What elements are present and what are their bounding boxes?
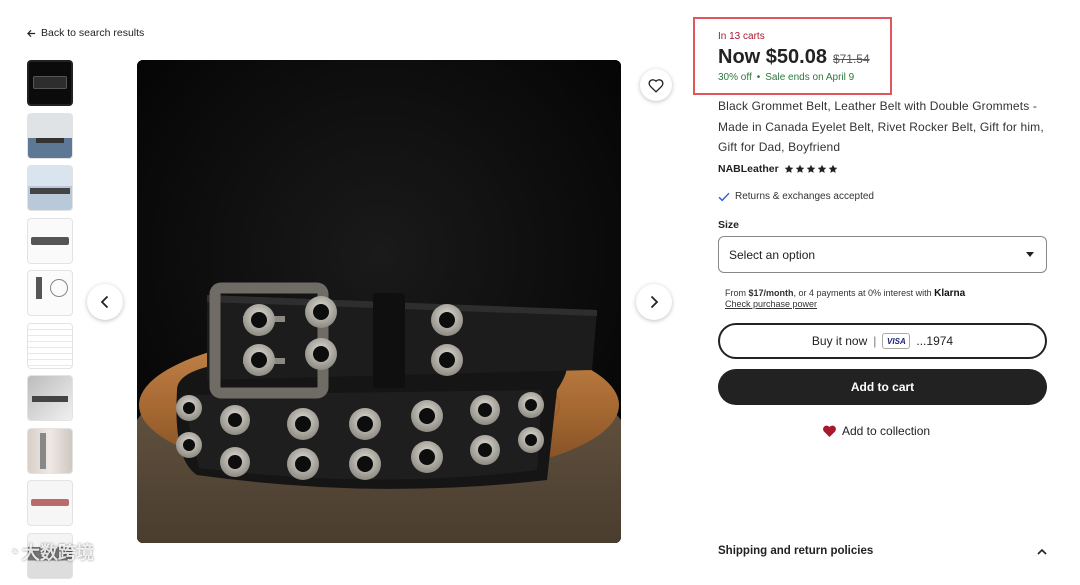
- star-icon: [828, 164, 837, 173]
- shop-rating-row: NABLeather: [718, 163, 838, 175]
- sale-end-text: Sale ends on April 9: [765, 72, 855, 83]
- back-to-search-link[interactable]: Back to search results: [27, 27, 144, 39]
- buy-it-now-label: Buy it now: [811, 334, 868, 348]
- buy-it-now-button[interactable]: Buy it now | VISA ...1974: [718, 323, 1047, 359]
- star-rating: [784, 164, 838, 174]
- sale-info: 30% off • Sale ends on April 9: [718, 72, 854, 83]
- returns-text: Returns & exchanges accepted: [735, 191, 874, 202]
- size-label: Size: [718, 219, 740, 231]
- next-image-button[interactable]: [636, 284, 672, 320]
- star-icon: [784, 164, 793, 173]
- favorite-button[interactable]: [640, 69, 672, 101]
- heart-filled-icon: [823, 425, 836, 437]
- thumbnail-1[interactable]: [27, 60, 73, 106]
- main-product-image: [137, 60, 621, 543]
- separator: |: [873, 334, 877, 348]
- thumbnail-7[interactable]: [27, 375, 73, 421]
- size-select[interactable]: Select an option: [718, 236, 1047, 273]
- in-carts-badge: In 13 carts: [718, 31, 765, 42]
- price-row: Now $50.08 $71.54: [718, 46, 870, 69]
- original-price: $71.54: [832, 52, 870, 66]
- star-icon: [817, 164, 826, 173]
- thumbnail-3[interactable]: [27, 165, 73, 211]
- back-link-label: Back to search results: [41, 27, 145, 39]
- watermark-text: 大数跨境: [21, 543, 94, 563]
- thumbnail-6[interactable]: [27, 322, 73, 369]
- thumbnail-strip: [27, 60, 73, 585]
- star-icon: [795, 164, 804, 173]
- chevron-right-icon: [650, 295, 659, 309]
- bullet-separator: •: [756, 72, 761, 83]
- star-icon: [806, 164, 815, 173]
- financing-amount: $17/month: [748, 288, 794, 298]
- thumbnail-9[interactable]: [27, 480, 73, 526]
- listing-title: Black Grommet Belt, Leather Belt with Do…: [718, 99, 1044, 155]
- checkmark-icon: [718, 192, 730, 201]
- shipping-policies-label: Shipping and return policies: [718, 545, 874, 557]
- heart-outline-icon: [648, 78, 664, 93]
- card-last-digits: ...1974: [916, 334, 954, 348]
- caret-down-icon: [1026, 252, 1034, 257]
- size-select-value: Select an option: [729, 247, 816, 262]
- add-to-collection-button[interactable]: Add to collection: [822, 424, 930, 438]
- watermark-logo-icon: ◔: [8, 541, 19, 562]
- check-purchase-power-link[interactable]: Check purchase power: [725, 299, 965, 310]
- shop-name-link[interactable]: NABLeather: [718, 163, 779, 175]
- financing-prefix: From: [725, 288, 749, 298]
- klarna-financing: From $17/month, or 4 payments at 0% inte…: [725, 288, 965, 310]
- chevron-left-icon: [100, 295, 109, 309]
- shipping-policies-toggle[interactable]: Shipping and return policies: [718, 545, 1047, 557]
- financing-middle: , or 4 payments at 0% interest with: [793, 288, 935, 298]
- thumbnail-2[interactable]: [27, 112, 73, 159]
- add-to-cart-button[interactable]: Add to cart: [718, 369, 1047, 405]
- add-to-collection-label: Add to collection: [842, 424, 931, 438]
- current-price: Now $50.08: [718, 46, 827, 68]
- thumbnail-5[interactable]: [27, 270, 73, 316]
- returns-info: Returns & exchanges accepted: [718, 191, 874, 202]
- thumbnail-8[interactable]: [27, 427, 73, 474]
- klarna-logo: Klarna: [934, 288, 966, 299]
- thumbnail-4[interactable]: [27, 217, 73, 264]
- arrow-left-icon: [27, 29, 36, 37]
- belt-photo-illustration: [137, 60, 621, 543]
- watermark: ◔ 大数跨境: [8, 539, 94, 565]
- discount-text: 30% off: [718, 72, 752, 83]
- chevron-up-icon: [1037, 548, 1047, 555]
- add-to-cart-label: Add to cart: [850, 380, 915, 394]
- previous-image-button[interactable]: [87, 284, 123, 320]
- visa-card-icon: VISA: [882, 333, 911, 349]
